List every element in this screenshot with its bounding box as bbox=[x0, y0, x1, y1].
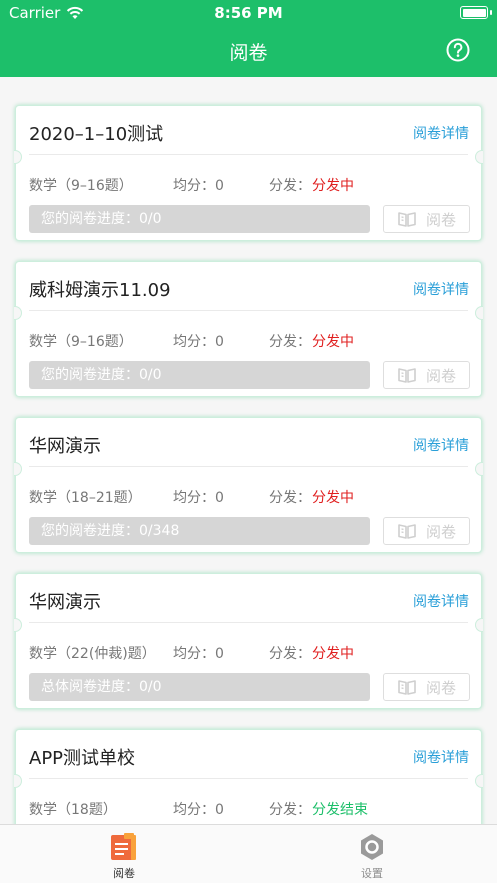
start-grading-label: 阅卷 bbox=[425, 210, 456, 229]
open-book-icon bbox=[398, 680, 416, 695]
gear-hexagon-icon bbox=[361, 834, 383, 860]
exam-title: 威科姆演示11.09 bbox=[29, 280, 171, 301]
exam-title: 华网演示 bbox=[29, 592, 101, 613]
exam-title: 2020–1–10测试 bbox=[29, 124, 164, 145]
distribution-status: 分发中 bbox=[312, 178, 354, 194]
tab-settings[interactable]: 设置 bbox=[332, 832, 412, 881]
card-divider bbox=[29, 778, 468, 779]
distribution-status: 分发中 bbox=[312, 490, 354, 506]
exam-subject: 数学（22(仲裁)题） bbox=[29, 646, 156, 662]
card-divider bbox=[29, 154, 468, 155]
open-book-icon bbox=[398, 212, 416, 227]
card-notch-right bbox=[475, 306, 483, 320]
start-grading-button[interactable]: 阅卷 bbox=[383, 517, 470, 545]
card-notch-right bbox=[475, 462, 483, 476]
grading-progress: 您的阅卷进度：0/0 bbox=[29, 361, 370, 389]
exam-average: 均分：0 bbox=[173, 490, 224, 506]
card-notch-left bbox=[14, 150, 22, 164]
open-book-icon bbox=[398, 524, 416, 539]
exam-detail-link[interactable]: 阅卷详情 bbox=[413, 279, 469, 299]
distribution-label: 分发： bbox=[269, 334, 311, 350]
open-book-icon bbox=[398, 368, 416, 383]
distribution-label: 分发： bbox=[269, 802, 311, 818]
exam-list[interactable]: 2020–1–10测试 阅卷详情 数学（9–16题） 均分：0 分发： 分发中 您的阅卷进度… bbox=[0, 77, 497, 824]
exam-detail-link[interactable]: 阅卷详情 bbox=[413, 591, 469, 611]
grading-progress: 您的阅卷进度：0/348 bbox=[29, 517, 370, 545]
clock: 8:56 PM bbox=[214, 4, 283, 22]
tab-read[interactable]: 阅卷 bbox=[84, 832, 164, 881]
tab-bar: 阅卷 设置 bbox=[0, 824, 497, 883]
distribution-status: 分发结束 bbox=[312, 802, 368, 818]
grading-progress: 您的阅卷进度：0/0 bbox=[29, 205, 370, 233]
exam-average: 均分：0 bbox=[173, 178, 224, 194]
start-grading-button[interactable]: 阅卷 bbox=[383, 673, 470, 701]
start-grading-label: 阅卷 bbox=[425, 678, 456, 697]
question-circle-icon[interactable] bbox=[446, 38, 470, 62]
exam-card[interactable]: 威科姆演示11.09 阅卷详情数学（9–16题） 均分：0 分发： 分发中您的阅卷进度：… bbox=[14, 261, 483, 397]
app-header: Carrier 8:56 PM 阅卷 bbox=[0, 0, 497, 77]
card-notch-right bbox=[475, 150, 483, 164]
distribution-status: 分发中 bbox=[312, 646, 354, 662]
exam-title: 华网演示 bbox=[29, 436, 101, 457]
card-notch-left bbox=[14, 618, 22, 632]
card-divider bbox=[29, 622, 468, 623]
tab-read-label: 阅卷 bbox=[113, 867, 135, 880]
exam-detail-link[interactable]: 阅卷详情 bbox=[413, 123, 469, 143]
distribution-label: 分发： bbox=[269, 178, 311, 194]
card-notch-left bbox=[14, 774, 22, 788]
card-divider bbox=[29, 466, 468, 467]
exam-card[interactable]: 华网演示 阅卷详情数学（18–21题） 均分：0 分发： 分发中您的阅卷进度：0/348… bbox=[14, 417, 483, 553]
document-icon bbox=[111, 833, 136, 860]
exam-average: 均分：0 bbox=[173, 334, 224, 350]
card-divider bbox=[29, 310, 468, 311]
distribution-status: 分发中 bbox=[312, 334, 354, 350]
exam-card[interactable]: APP测试单校 阅卷详情数学（18题） 均分：0 分发： 分发结束 bbox=[14, 729, 483, 824]
start-grading-label: 阅卷 bbox=[425, 366, 456, 385]
battery-icon bbox=[460, 6, 492, 19]
start-grading-label: 阅卷 bbox=[425, 522, 456, 541]
card-notch-right bbox=[475, 618, 483, 632]
distribution-label: 分发： bbox=[269, 490, 311, 506]
exam-subject: 数学（18题） bbox=[29, 802, 117, 818]
start-grading-button[interactable]: 阅卷 bbox=[383, 361, 470, 389]
exam-average: 均分：0 bbox=[173, 646, 224, 662]
card-notch-left bbox=[14, 462, 22, 476]
exam-subject: 数学（9–16题） bbox=[29, 334, 133, 350]
card-notch-right bbox=[475, 774, 483, 788]
exam-card[interactable]: 华网演示 阅卷详情数学（22(仲裁)题） 均分：0 分发： 分发中总体阅卷进度：0/0 阅… bbox=[14, 573, 483, 709]
exam-title: APP测试单校 bbox=[29, 748, 136, 769]
start-grading-button[interactable]: 阅卷 bbox=[383, 205, 470, 233]
card-notch-left bbox=[14, 306, 22, 320]
grading-progress: 总体阅卷进度：0/0 bbox=[29, 673, 370, 701]
exam-detail-link[interactable]: 阅卷详情 bbox=[413, 435, 469, 455]
tab-settings-label: 设置 bbox=[361, 867, 383, 880]
exam-subject: 数学（18–21题） bbox=[29, 490, 142, 506]
status-bar: Carrier 8:56 PM bbox=[0, 0, 497, 26]
exam-average: 均分：0 bbox=[173, 802, 224, 818]
exam-subject: 数学（9–16题） bbox=[29, 178, 133, 194]
distribution-label: 分发： bbox=[269, 646, 311, 662]
exam-card[interactable]: 2020–1–10测试 阅卷详情数学（9–16题） 均分：0 分发： 分发中您的阅卷进度… bbox=[14, 105, 483, 241]
page-title: 阅卷 bbox=[229, 42, 268, 64]
exam-detail-link[interactable]: 阅卷详情 bbox=[413, 747, 469, 767]
